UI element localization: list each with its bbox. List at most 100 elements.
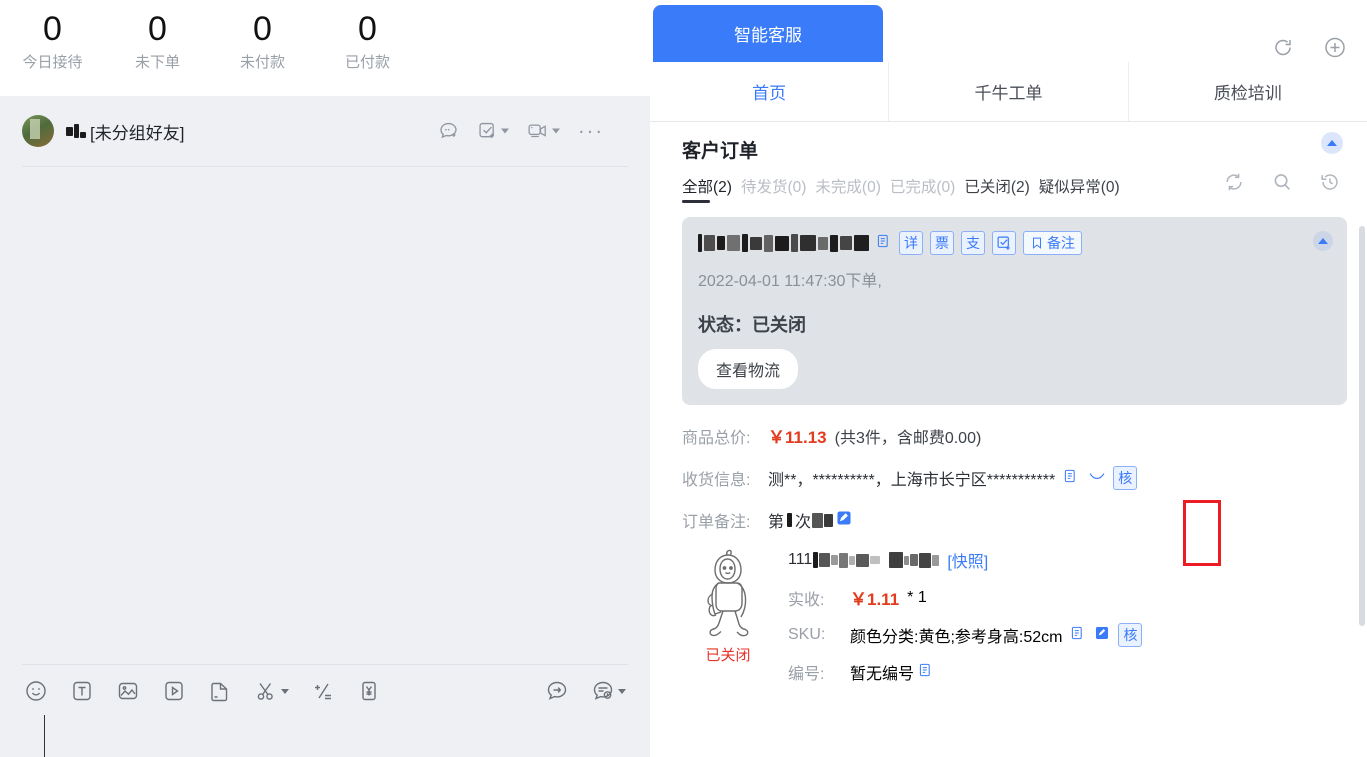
eye-icon[interactable] (1088, 469, 1106, 487)
sub-tabbar: 首页 千牛工单 质检培训 (650, 62, 1367, 122)
customer-orders-panel: 客户订单 全部(2) 待发货(0) 未完成(0) 已完成(0) 已关闭(2) 疑… (650, 122, 1367, 757)
tab-smart-service[interactable]: 智能客服 (653, 5, 883, 62)
filter-completed[interactable]: 已完成(0) (890, 175, 955, 203)
panel-scrollbar[interactable] (1359, 226, 1365, 626)
badge-verify[interactable]: 核 (1113, 466, 1138, 490)
contact-group-label: [未分组好友] (90, 123, 185, 143)
scissors-icon[interactable] (254, 679, 289, 703)
copy-icon[interactable] (1063, 468, 1079, 488)
compose-toolbar (22, 665, 628, 703)
filter-all[interactable]: 全部(2) (682, 175, 732, 203)
copy-icon[interactable] (1070, 625, 1086, 645)
product-status-label: 已关闭 (705, 647, 751, 664)
add-icon[interactable] (1323, 36, 1347, 65)
order-total-suffix: (共3件，含邮费0.00) (834, 429, 982, 447)
order-collapse-button[interactable] (1313, 231, 1333, 251)
order-total-row: 商品总价: ￥11.13 (共3件，含邮费0.00) (682, 423, 1347, 448)
refresh-icon[interactable] (1223, 171, 1245, 198)
image-icon[interactable] (116, 679, 140, 703)
badge-detail[interactable]: 详 (899, 231, 923, 255)
filter-suspected-abnormal[interactable]: 疑似异常(0) (1039, 175, 1120, 203)
tab-qianniu-worksheet[interactable]: 千牛工单 (889, 62, 1129, 121)
filter-closed[interactable]: 已关闭(2) (964, 175, 1029, 203)
search-icon[interactable] (1271, 171, 1293, 198)
copy-icon[interactable] (918, 662, 934, 682)
side-panel: 智能客服 首页 千牛工单 质检培训 客户订单 全部(2) 待发货(0) 未完成(… (650, 0, 1367, 757)
file-icon[interactable] (208, 679, 232, 703)
product-image (689, 548, 767, 642)
stat-value: 0 (253, 10, 272, 48)
stat-label: 今日接待 (22, 54, 83, 71)
chevron-down-icon[interactable] (281, 688, 289, 694)
stat-label: 已付款 (344, 54, 390, 71)
quick-reply-icon[interactable] (591, 679, 626, 703)
stat-not-ordered: 0 未下单 (105, 6, 210, 74)
tab-home[interactable]: 首页 (650, 62, 890, 121)
compose-toolbar-right (545, 679, 626, 703)
message-list (0, 167, 650, 647)
badge-alipay[interactable]: 支 (961, 231, 985, 255)
compose-area (22, 664, 628, 757)
product-paid-row: 实收: ￥1.11 * 1 (788, 585, 1347, 610)
chat-header-actions: ··· (438, 121, 604, 142)
product-paid-label: 实收: (788, 591, 825, 609)
order-card: 详 票 支 备注 2022-04-01 11:47:30下单, 状态：已关闭 查… (682, 217, 1347, 405)
product-info: 111 [快照] 实收: ￥1.11 * 1 SKU: 颜色分类:黄色;参考身高… (788, 548, 1347, 684)
chevron-up-icon (1318, 238, 1328, 244)
order-date: 2022-04-01 11:47:30下单, (698, 273, 882, 290)
product-sku-value: 颜色分类:黄色;参考身高:52cm (850, 629, 1063, 646)
product-code-row: 编号: 暂无编号 (788, 660, 1347, 684)
stat-unpaid: 0 未付款 (210, 6, 315, 74)
order-id-row: 详 票 支 备注 (698, 231, 1331, 255)
filter-pending-ship[interactable]: 待发货(0) (741, 175, 806, 203)
copy-icon[interactable] (876, 233, 892, 253)
avatar (22, 115, 54, 147)
product-title: 111 (788, 551, 940, 569)
check-add-icon[interactable] (992, 231, 1016, 255)
video-icon[interactable] (162, 679, 186, 703)
coupon-icon[interactable] (357, 679, 381, 703)
chevron-down-icon[interactable] (618, 688, 626, 694)
application-window: 0 今日接待 0 未下单 0 未付款 0 已付款 [未分组好友] ··· 智能客… (0, 0, 1367, 757)
chevron-down-icon[interactable] (552, 128, 561, 134)
stat-value: 0 (358, 10, 377, 48)
chevron-up-icon (1327, 140, 1337, 146)
redacted-order-id (698, 234, 869, 252)
view-logistics-button[interactable]: 查看物流 (698, 349, 799, 389)
edit-icon[interactable] (836, 510, 852, 530)
order-remark-label: 订单备注: (682, 514, 751, 531)
order-total-price: ￥11.13 (768, 428, 827, 447)
order-remark-value: 第 次 (768, 508, 834, 532)
product-sku-label: SKU: (788, 626, 826, 643)
receiver-info-row: 收货信息: 测**，**********，上海市长宁区*********** 核 (682, 466, 1347, 490)
order-total-label: 商品总价: (682, 429, 751, 447)
tab-quality-training[interactable]: 质检培训 (1129, 62, 1367, 121)
badge-invoice[interactable]: 票 (930, 231, 954, 255)
emoji-icon[interactable] (24, 679, 48, 703)
product-paid-price: ￥1.11 (850, 590, 900, 609)
product-snapshot-link[interactable]: [快照] (947, 548, 988, 572)
panel-collapse-button[interactable] (1321, 132, 1343, 154)
badge-verify[interactable]: 核 (1118, 623, 1143, 647)
redacted-contact-name (66, 124, 86, 138)
stat-paid: 0 已付款 (315, 6, 420, 74)
edit-icon[interactable] (1094, 625, 1110, 645)
order-note-button[interactable]: 备注 (1023, 231, 1082, 255)
topbar-actions (1271, 36, 1347, 65)
chevron-down-icon[interactable] (501, 128, 510, 134)
history-icon[interactable] (1319, 171, 1341, 198)
text-style-icon[interactable] (70, 679, 94, 703)
refresh-icon[interactable] (1271, 36, 1295, 65)
filter-incomplete[interactable]: 未完成(0) (815, 175, 880, 203)
order-remark-row: 订单备注: 第 次 (682, 508, 1347, 532)
formula-icon[interactable] (311, 679, 335, 703)
transfer-chat-icon[interactable] (438, 121, 459, 142)
chat-header: [未分组好友] ··· (0, 96, 650, 166)
page-title: 客户订单 (682, 141, 759, 162)
order-filter-tabs: 全部(2) 待发货(0) 未完成(0) 已完成(0) 已关闭(2) 疑似异常(0… (682, 169, 1347, 207)
video-call-icon[interactable] (527, 121, 561, 142)
add-task-icon[interactable] (477, 121, 510, 142)
send-shortcut-icon[interactable] (545, 679, 569, 703)
more-icon[interactable]: ··· (578, 121, 604, 141)
message-input-caret[interactable] (44, 715, 45, 757)
